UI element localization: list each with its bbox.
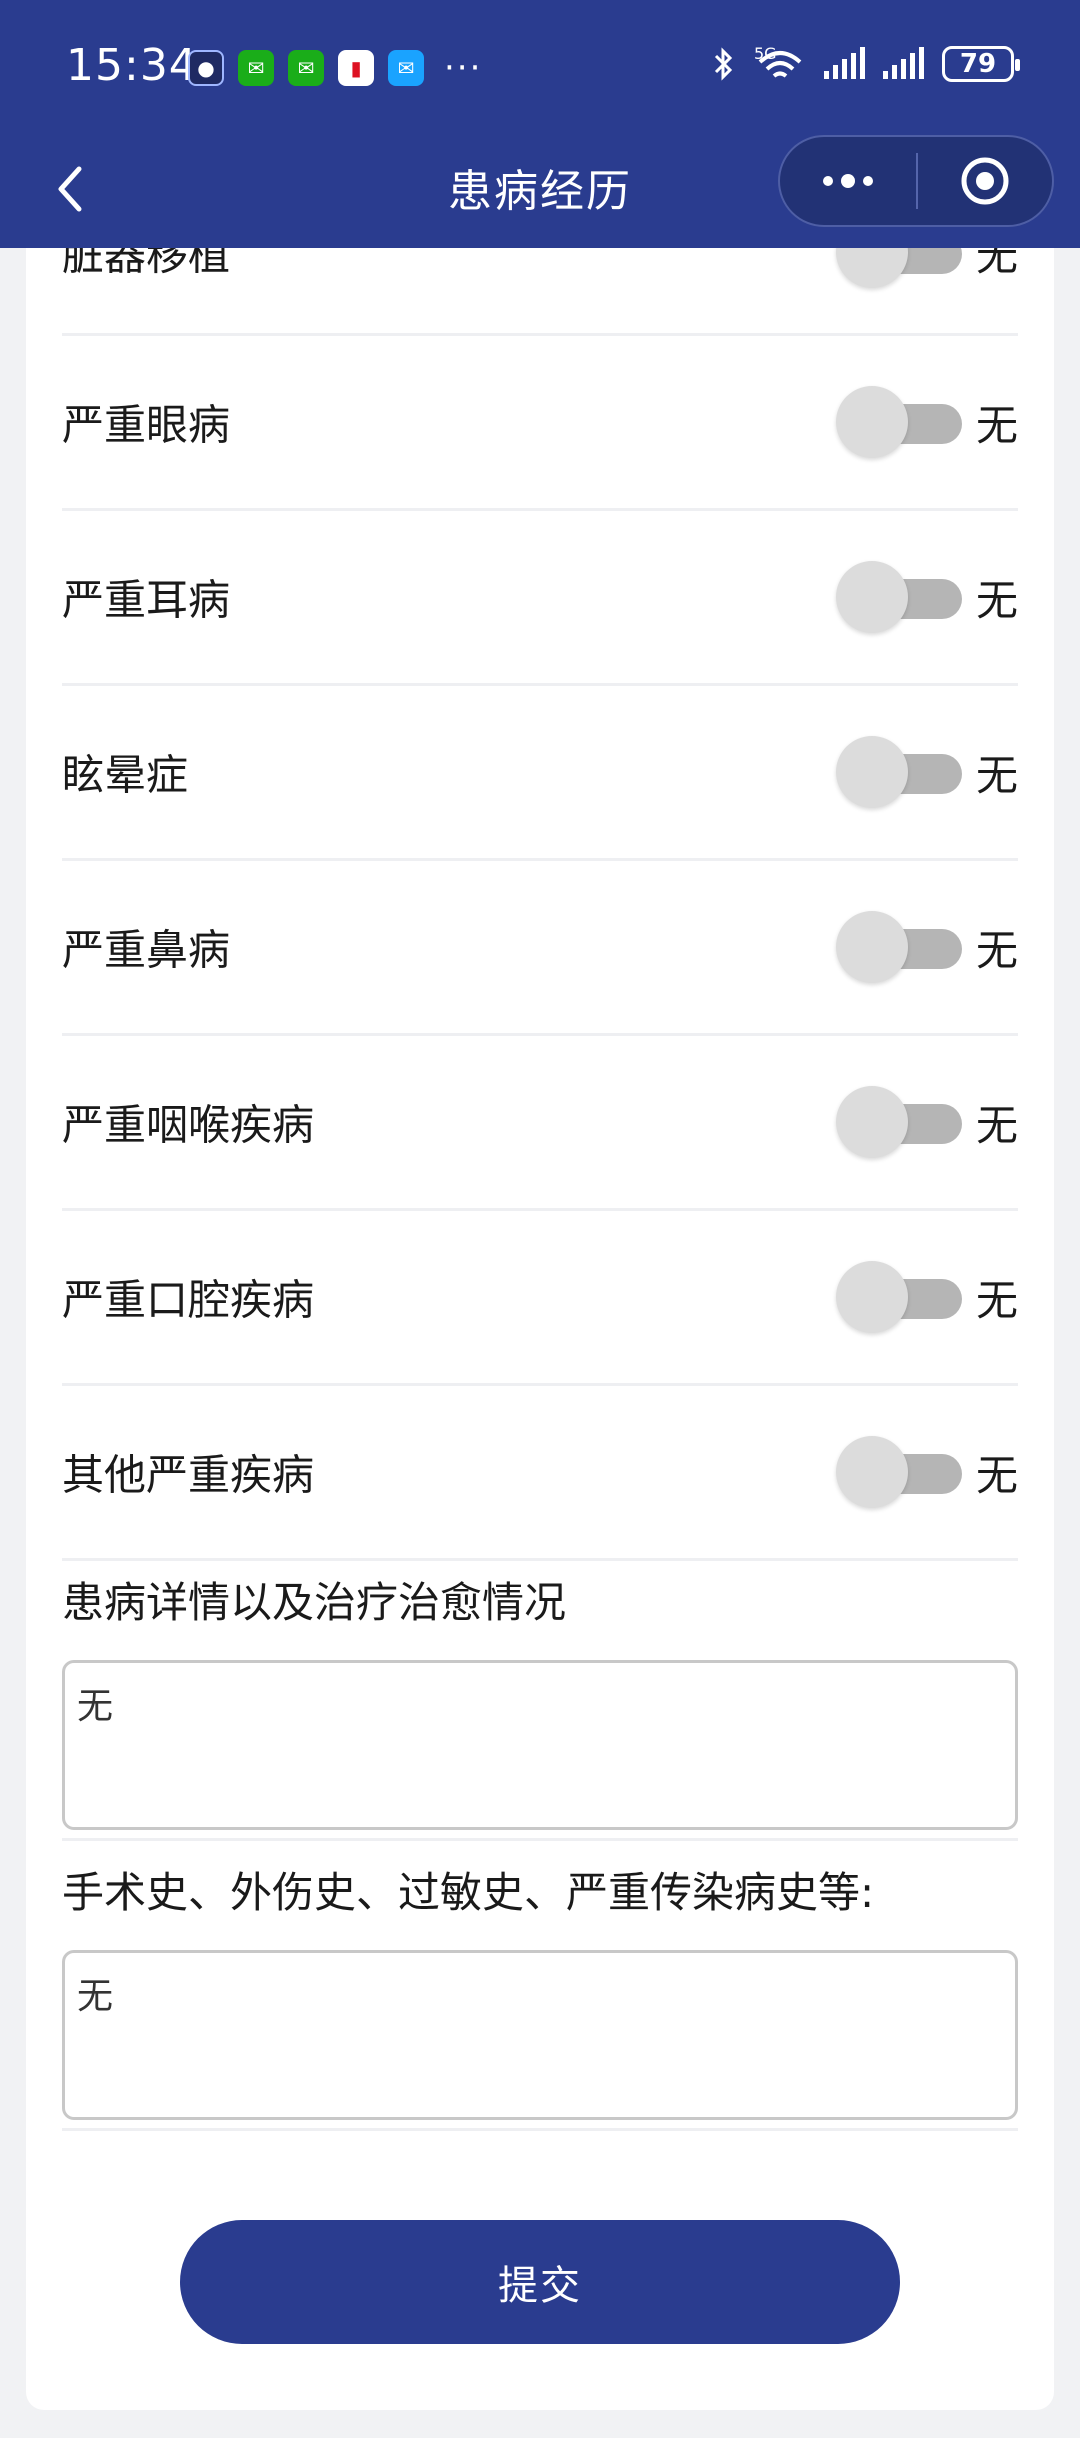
- switch-state-text: 无: [975, 400, 1018, 450]
- status-bar: 15:34 ● ✉ ✉ ▮ ✉ ··· 5G 79: [0, 0, 1080, 135]
- bluetooth-icon: [714, 47, 733, 81]
- details-section: 患病详情以及治疗治愈情况 无: [62, 1576, 1018, 1841]
- condition-label: 严重耳病: [62, 575, 231, 625]
- more-dot: [823, 176, 833, 186]
- condition-switch[interactable]: [835, 909, 966, 985]
- signal-icon: [824, 47, 865, 79]
- divider: [62, 2128, 1018, 2131]
- status-time: 15:34: [66, 40, 198, 91]
- condition-switch[interactable]: [835, 559, 966, 635]
- switch-state-text: 无: [975, 1450, 1018, 1500]
- condition-toggle-group: 无: [835, 1434, 1018, 1510]
- condition-toggle-group: 无: [835, 909, 1018, 985]
- condition-label: 严重口腔疾病: [62, 1275, 315, 1325]
- condition-label: 严重咽喉疾病: [62, 1100, 315, 1150]
- condition-row: 其他严重疾病 无: [62, 1386, 1018, 1561]
- more-dot: [841, 174, 855, 188]
- condition-row: 眩晕症 无: [62, 686, 1018, 861]
- condition-toggle-group: 无: [835, 1259, 1018, 1335]
- condition-toggle-group: 无: [835, 1084, 1018, 1160]
- network-label: 5G: [754, 44, 777, 63]
- form-card: 脏器移植 无 严重眼病 无 严重耳病 无 眩晕症 无 严重鼻病 无 严重咽喉疾病…: [26, 200, 1054, 2410]
- condition-row: 严重耳病 无: [62, 511, 1018, 686]
- more-dot: [863, 176, 873, 186]
- system-icons: 5G 79: [712, 44, 1020, 82]
- condition-switch[interactable]: [835, 734, 966, 810]
- wechat-icon: ✉: [288, 50, 324, 86]
- header: 15:34 ● ✉ ✉ ▮ ✉ ··· 5G 79 患病经历: [0, 0, 1080, 248]
- app-notification-icon: ●: [188, 50, 224, 86]
- condition-label: 其他严重疾病: [62, 1450, 315, 1500]
- switch-state-text: 无: [975, 1100, 1018, 1150]
- message-icon: ✉: [388, 50, 424, 86]
- wechat-icon: ✉: [238, 50, 274, 86]
- condition-toggle-group: 无: [835, 734, 1018, 810]
- condition-toggle-group: 无: [835, 559, 1018, 635]
- details-label: 患病详情以及治疗治愈情况: [62, 1578, 567, 1627]
- target-icon: [961, 157, 1009, 205]
- divider: [62, 1838, 1018, 1841]
- switch-state-text: 无: [975, 750, 1018, 800]
- switch-state-text: 无: [975, 1275, 1018, 1325]
- condition-row: 严重口腔疾病 无: [62, 1211, 1018, 1386]
- wifi-icon: 5G: [754, 44, 806, 82]
- switch-state-text: 无: [975, 575, 1018, 625]
- close-miniprogram-button[interactable]: [918, 137, 1052, 225]
- history-label: 手术史、外伤史、过敏史、严重传染病史等:: [62, 1868, 875, 1917]
- condition-toggle-group: 无: [835, 384, 1018, 460]
- condition-label: 严重眼病: [62, 400, 231, 450]
- miniprogram-capsule: [778, 135, 1054, 227]
- condition-switch[interactable]: [835, 1084, 966, 1160]
- condition-list: 脏器移植 无 严重眼病 无 严重耳病 无 眩晕症 无 严重鼻病 无 严重咽喉疾病…: [62, 200, 1018, 1561]
- app-notification-icon: ▮: [338, 50, 374, 86]
- condition-label: 严重鼻病: [62, 925, 231, 975]
- page: 15:34 ● ✉ ✉ ▮ ✉ ··· 5G 79 患病经历 脏器移植 无 严重…: [0, 0, 1080, 2438]
- notification-icons: ● ✉ ✉ ▮ ✉ ···: [188, 48, 482, 88]
- history-textarea[interactable]: 无: [62, 1950, 1018, 2120]
- battery-icon: 79: [942, 46, 1020, 82]
- condition-switch[interactable]: [835, 1259, 966, 1335]
- condition-switch[interactable]: [835, 1434, 966, 1510]
- condition-row: 严重眼病 无: [62, 336, 1018, 511]
- history-section: 手术史、外伤史、过敏史、严重传染病史等: 无: [62, 1866, 1018, 2131]
- submit-button[interactable]: 提交: [180, 2220, 900, 2344]
- more-button[interactable]: [780, 137, 916, 225]
- condition-row: 严重咽喉疾病 无: [62, 1036, 1018, 1211]
- condition-label: 眩晕症: [62, 750, 189, 800]
- condition-row: 严重鼻病 无: [62, 861, 1018, 1036]
- signal-icon: [883, 47, 924, 79]
- nav-bar: 患病经历: [0, 135, 1080, 248]
- switch-state-text: 无: [975, 925, 1018, 975]
- condition-switch[interactable]: [835, 384, 966, 460]
- more-notifications-icon: ···: [444, 48, 483, 88]
- details-textarea[interactable]: 无: [62, 1660, 1018, 1830]
